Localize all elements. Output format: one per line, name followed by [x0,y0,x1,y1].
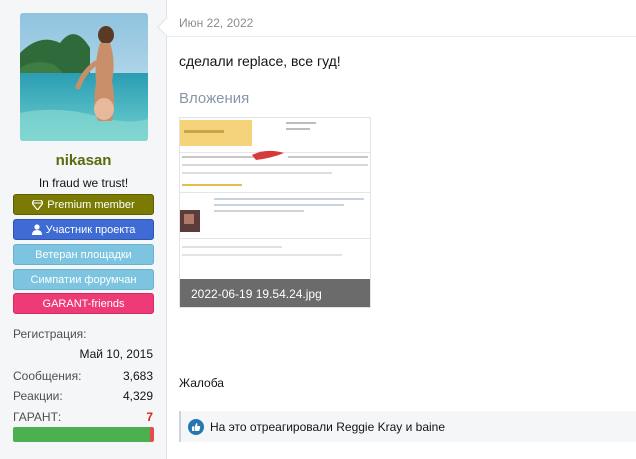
attachment-thumbnail[interactable]: 2022-06-19 19.54.24.jpg [179,117,371,308]
project-member-banner: Участник проекта [13,219,154,240]
attachments-heading: Вложения [179,90,250,107]
premium-member-label: Premium member [47,198,135,211]
like-icon [188,418,204,435]
garant-rating-fill [13,427,150,442]
user-title: In fraud we trust! [38,176,129,190]
diamond-icon [32,199,44,210]
post-header-divider [167,36,636,37]
veteran-banner: Ветеран площадки [13,244,154,265]
garant-friends-label: GARANT-friends [42,297,125,310]
report-link[interactable]: Жалоба [179,376,224,390]
forum-likes-banner: Симпатии форумчан [13,269,154,290]
attachment-preview-image [180,118,370,278]
messages-label: Сообщения: [13,369,82,383]
garant-friends-banner: GARANT-friends [13,293,154,314]
post-date[interactable]: Июн 22, 2022 [179,16,253,30]
reactions-text: На это отреагировали Reggie Kray и baine [210,420,445,434]
messages-value[interactable]: 3,683 [123,369,153,383]
attachment-filename[interactable]: 2022-06-19 19.54.24.jpg [180,279,370,307]
reactions-conjunction: и [405,419,413,434]
avatar[interactable] [20,13,148,141]
reactions-bar: На это отреагировали Reggie Kray и baine [179,411,636,442]
garant-rating-bar [13,427,154,442]
garant-rating-tail [150,427,154,442]
project-member-label: Участник проекта [45,223,136,236]
veteran-label: Ветеран площадки [35,248,132,261]
user-panel: nikasan In fraud we trust! Premium membe… [0,0,167,459]
reactions-value: 4,329 [122,389,153,403]
post-body-text: сделали replace, все гуд! [179,53,341,69]
registration-label: Регистрация: [13,327,87,341]
user-icon [31,224,42,235]
garant-value: 7 [146,410,153,424]
premium-member-banner: Premium member [13,194,154,215]
registration-value: Май 10, 2015 [79,347,153,361]
post-page: nikasan In fraud we trust! Premium membe… [0,0,636,459]
reaction-user-baine[interactable]: baine [416,420,445,434]
reactions-label: Реакции: [13,389,63,403]
forum-likes-label: Симпатии форумчан [30,273,137,286]
garant-label: ГАРАНТ: [13,410,62,424]
reaction-user-reggie-kray[interactable]: Reggie Kray [336,420,402,434]
reactions-prefix: На это отреагировали [210,419,333,434]
username[interactable]: nikasan [0,152,167,169]
